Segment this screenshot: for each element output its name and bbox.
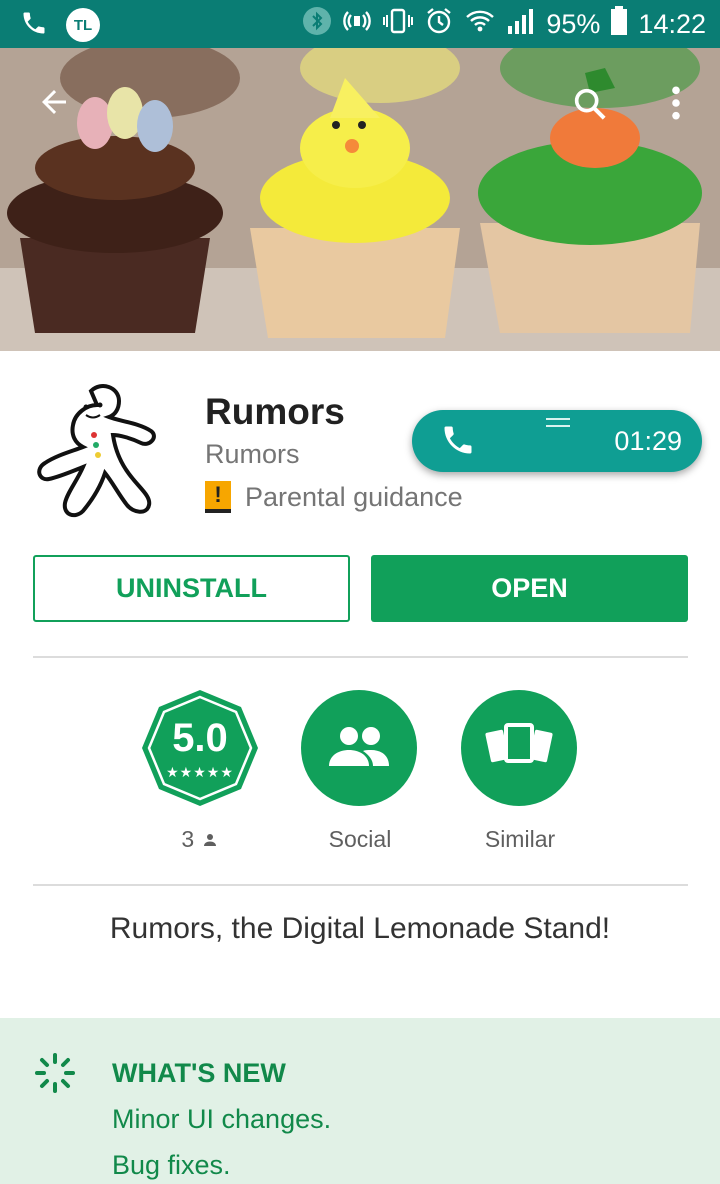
call-duration: 01:29 (614, 426, 682, 456)
rating-count: 3 (120, 826, 280, 853)
vibrate-icon (382, 6, 414, 43)
volume-icon (342, 6, 372, 43)
parental-guidance-icon: ! (205, 481, 231, 513)
signal-icon (506, 6, 536, 43)
content-rating: ! Parental guidance (205, 481, 463, 513)
social-label: Social (328, 826, 392, 852)
ongoing-call-bubble[interactable]: 01:29 (412, 410, 702, 472)
people-icon (327, 724, 391, 773)
back-arrow-icon[interactable] (36, 84, 72, 125)
rating-count-value: 3 (181, 826, 195, 852)
drag-handle[interactable] (546, 418, 570, 427)
clock: 14:22 (638, 9, 706, 39)
rating-badge[interactable]: 5.0 ★★★★★ (140, 688, 260, 808)
app-icon-gingerbread (36, 379, 166, 529)
similar-cards-icon (484, 722, 554, 774)
divider (33, 884, 688, 886)
whats-new-line: Bug fixes. (112, 1150, 231, 1180)
app-title: Rumors (205, 391, 345, 432)
status-bar: TL 95% 14:22 (0, 0, 720, 48)
uninstall-button[interactable]: UNINSTALL (33, 555, 350, 622)
whats-new-title: WHAT'S NEW (112, 1058, 286, 1088)
open-button[interactable]: OPEN (371, 555, 688, 622)
search-icon[interactable] (570, 84, 610, 129)
divider (33, 656, 688, 658)
whats-new-line: Minor UI changes. (112, 1104, 332, 1134)
app-developer-link[interactable]: Rumors (205, 439, 300, 470)
person-icon (201, 826, 219, 852)
content-rating-label: Parental guidance (245, 481, 463, 512)
wifi-icon (464, 6, 496, 43)
tl-app-badge: TL (66, 8, 100, 42)
social-button[interactable] (301, 690, 417, 806)
hero-cupcakes-image (0, 48, 720, 351)
battery-percent: 95% (546, 9, 601, 39)
alarm-icon (424, 6, 454, 43)
similar-label: Similar (484, 826, 556, 852)
loading-spinner-icon (34, 1052, 76, 1099)
similar-button[interactable] (461, 690, 577, 806)
rating-stars: ★★★★★ (166, 764, 234, 780)
battery-icon (610, 6, 628, 43)
whats-new-section[interactable]: WHAT'S NEW Minor UI changes. Bug fixes. (0, 1018, 720, 1184)
call-phone-icon (440, 422, 476, 463)
more-options-icon[interactable] (668, 84, 684, 127)
rating-value: 5.0 (172, 716, 228, 760)
phone-icon (20, 9, 48, 42)
app-description[interactable]: Rumors, the Digital Lemonade Stand! (0, 912, 720, 946)
bluetooth-icon (302, 6, 332, 43)
